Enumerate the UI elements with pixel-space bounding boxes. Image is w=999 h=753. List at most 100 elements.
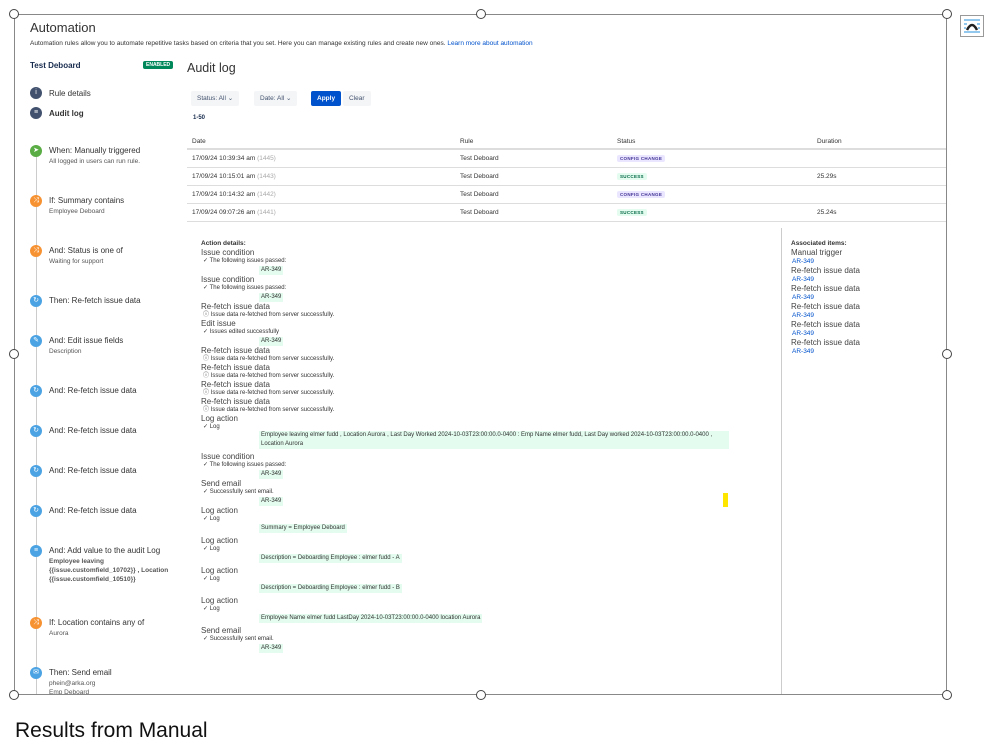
action-title: Re-fetch issue data <box>201 346 761 355</box>
col-rule: Rule <box>455 135 612 149</box>
action-detail: Issue condition✓ The following issues pa… <box>201 248 761 275</box>
table-row[interactable]: 17/09/24 10:15:01 am (1443)Test DeboardS… <box>187 167 947 185</box>
audit-log-title: Audit log <box>187 61 236 75</box>
issue-link[interactable]: AR-349 <box>791 275 860 284</box>
action-status: ⓘ Issue data re-fetched from server succ… <box>201 406 761 414</box>
action-status: ⓘ Issue data re-fetched from server succ… <box>201 311 761 319</box>
associated-title: Re-fetch issue data <box>791 338 860 347</box>
action-value: AR-349 <box>259 470 283 479</box>
issue-link[interactable]: AR-349 <box>791 311 860 320</box>
table-row[interactable]: 17/09/24 09:07:26 am (1441)Test DeboardS… <box>187 203 947 221</box>
highlight-marker <box>723 493 728 507</box>
resize-handle-ne[interactable] <box>942 9 952 19</box>
status-filter[interactable]: Status: All ⌄ <box>191 91 239 106</box>
shuffle-icon: ⤨ <box>30 617 42 629</box>
resize-handle-n[interactable] <box>476 9 486 19</box>
associated-item: Re-fetch issue dataAR-349 <box>791 302 860 320</box>
chevron-down-icon: ⌄ <box>286 95 291 102</box>
action-detail: Log action✓ LogDescription = Deboarding … <box>201 566 761 593</box>
shuffle-icon: ⤨ <box>30 245 42 257</box>
issue-link[interactable]: AR-349 <box>791 329 860 338</box>
associated-item: Re-fetch issue dataAR-349 <box>791 338 860 356</box>
step-subtitle: All logged in users can run rule. <box>49 157 140 166</box>
nav-rule-details[interactable]: Rule details <box>49 89 91 98</box>
row-duration: 25.24s <box>812 203 947 221</box>
action-status: ✓ The following issues passed: <box>201 257 761 265</box>
action-title: Issue condition <box>201 452 761 461</box>
status-badge: ENABLED <box>143 61 173 69</box>
status-filter-label: Status: All <box>197 95 226 102</box>
action-title: Log action <box>201 536 761 545</box>
action-status: ✓ Successfully sent email. <box>201 635 761 643</box>
step-title[interactable]: And: Add value to the audit Log <box>49 546 160 555</box>
action-detail: Log action✓ LogEmployee Name elmer fudd … <box>201 596 761 623</box>
step-title[interactable]: And: Re-fetch issue data <box>49 506 137 515</box>
screenshot-image[interactable]: Automation Automation rules allow you to… <box>14 14 947 695</box>
step-title[interactable]: Then: Re-fetch issue data <box>49 296 141 305</box>
resize-handle-e[interactable] <box>942 349 952 359</box>
table-row[interactable]: 17/09/24 10:14:32 am (1442)Test DeboardC… <box>187 185 947 203</box>
action-value: Employee Name elmer fudd LastDay 2024-10… <box>259 614 482 623</box>
action-detail: Issue condition✓ The following issues pa… <box>201 275 761 302</box>
action-detail: Log action✓ LogDescription = Deboarding … <box>201 536 761 563</box>
issue-link[interactable]: AR-349 <box>791 257 860 266</box>
step-title[interactable]: If: Location contains any of <box>49 618 144 627</box>
step-subtitle: phein@arka.org <box>49 679 95 688</box>
action-status: ✓ Log <box>201 605 761 613</box>
status-lozenge: CONFIG CHANGE <box>617 155 665 162</box>
shuffle-icon: ⤨ <box>30 195 42 207</box>
action-detail: Re-fetch issue dataⓘ Issue data re-fetch… <box>201 397 761 414</box>
resize-handle-se[interactable] <box>942 690 952 700</box>
action-title: Log action <box>201 566 761 575</box>
step-subtitle: Description <box>49 347 82 356</box>
step-title[interactable]: And: Re-fetch issue data <box>49 466 137 475</box>
list-icon: ≡ <box>30 545 42 557</box>
resize-handle-s[interactable] <box>476 690 486 700</box>
issue-link[interactable]: AR-349 <box>791 347 860 356</box>
step-title[interactable]: And: Re-fetch issue data <box>49 426 137 435</box>
layout-options-icon[interactable] <box>960 15 984 37</box>
issue-link[interactable]: AR-349 <box>791 293 860 302</box>
step-title[interactable]: And: Status is one of <box>49 246 123 255</box>
resize-handle-nw[interactable] <box>9 9 19 19</box>
row-duration: 25.29s <box>812 167 947 185</box>
col-duration: Duration <box>812 135 947 149</box>
step-title[interactable]: And: Edit issue fields <box>49 336 123 345</box>
clear-button[interactable]: Clear <box>343 91 371 106</box>
cursor-icon: ➤ <box>30 145 42 157</box>
step-subtitle: Employee Deboard <box>49 207 105 216</box>
page-title: Automation <box>30 20 96 35</box>
refresh-icon: ↻ <box>30 385 42 397</box>
col-date: Date <box>187 135 455 149</box>
row-rule: Test Deboard <box>455 149 612 167</box>
mail-icon: ✉ <box>30 667 42 679</box>
row-date: 17/09/24 09:07:26 am <box>192 209 255 216</box>
action-value: AR-349 <box>259 497 283 506</box>
nav-audit-log[interactable]: Audit log <box>49 109 84 118</box>
action-status: ✓ Successfully sent email. <box>201 488 761 496</box>
date-filter[interactable]: Date: All ⌄ <box>254 91 297 106</box>
row-duration <box>812 149 947 167</box>
action-value: Description = Deboarding Employee : elme… <box>259 554 402 563</box>
resize-handle-sw[interactable] <box>9 690 19 700</box>
step-title[interactable]: If: Summary contains <box>49 196 124 205</box>
associated-title: Manual trigger <box>791 248 860 257</box>
learn-more-link[interactable]: Learn more about automation <box>447 40 532 47</box>
document-icon: ≡ <box>30 107 42 119</box>
step-title[interactable]: Then: Send email <box>49 668 112 677</box>
action-value: AR-349 <box>259 266 283 275</box>
table-row[interactable]: 17/09/24 10:39:34 am (1445)Test DeboardC… <box>187 149 947 167</box>
resize-handle-w[interactable] <box>9 349 19 359</box>
action-status: ✓ Issues edited successfully <box>201 328 761 336</box>
action-detail: Send email✓ Successfully sent email.AR-3… <box>201 626 761 653</box>
action-status: ⓘ Issue data re-fetched from server succ… <box>201 389 761 397</box>
row-duration <box>812 185 947 203</box>
action-title: Send email <box>201 479 761 488</box>
associated-title: Re-fetch issue data <box>791 320 860 329</box>
step-title[interactable]: And: Re-fetch issue data <box>49 386 137 395</box>
apply-button[interactable]: Apply <box>311 91 341 106</box>
step-title[interactable]: When: Manually triggered <box>49 146 140 155</box>
result-range: 1-50 <box>193 115 205 121</box>
action-status: ⓘ Issue data re-fetched from server succ… <box>201 355 761 363</box>
action-detail: Log action✓ LogSummary = Employee Deboar… <box>201 506 761 533</box>
